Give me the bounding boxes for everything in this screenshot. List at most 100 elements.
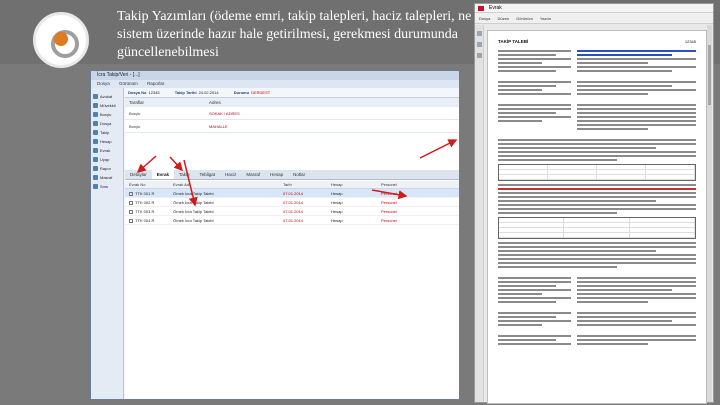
- doc-menu-view[interactable]: Görünüm: [516, 16, 533, 21]
- folder-icon: [93, 130, 98, 136]
- checkbox[interactable]: [129, 191, 133, 196]
- folder-icon: [93, 166, 98, 172]
- app-title: İcra Takip/Veri - [...]: [91, 71, 459, 80]
- sidebar-item-muvekkil[interactable]: Müvekkil: [91, 101, 123, 110]
- folder-icon: [93, 121, 98, 127]
- sidebar-item-masraf[interactable]: Masraf: [91, 173, 123, 182]
- cell-no: TTK 004 R: [135, 218, 155, 223]
- info-label: Dosya No: [128, 90, 147, 95]
- document-window: Evrak Dosya Düzen Görünüm Yazdır TAKİP T…: [474, 3, 714, 404]
- column-header[interactable]: Personel: [381, 181, 451, 188]
- menu-item-file[interactable]: Dosya: [97, 81, 110, 86]
- doc-block: [498, 48, 696, 74]
- sidebar-item-dosya[interactable]: Dosya: [91, 119, 123, 128]
- party-row[interactable]: Borçlu SOKAK / ADRES: [125, 107, 459, 120]
- sidebar-item-rapor[interactable]: Rapor: [91, 164, 123, 173]
- doc-menu-file[interactable]: Dosya: [479, 16, 490, 21]
- tab-evrak[interactable]: Evrak: [151, 170, 175, 179]
- checkbox[interactable]: [129, 200, 133, 205]
- doc-block: [498, 275, 696, 305]
- cell-personel: Personel: [381, 191, 397, 196]
- slide-title-line: Takip Yazımları (ödeme emri, takip talep…: [117, 9, 472, 24]
- menu-item-view[interactable]: Görünüm: [119, 81, 138, 86]
- folder-icon: [93, 184, 98, 190]
- column-header[interactable]: Evrak No: [125, 181, 173, 188]
- table-row[interactable]: TTK 004 R Örnek İcra Takip Talebi 07.01.…: [125, 216, 459, 225]
- cell-personel: Personel: [381, 209, 397, 214]
- folder-icon: [93, 94, 98, 100]
- tab-details[interactable]: Detaylar: [125, 170, 152, 179]
- slide-title: Takip Yazımları (ödeme emri, takip talep…: [117, 8, 472, 62]
- takip-tarihi: 24.02.2014: [198, 90, 219, 95]
- app-menu: Dosya Görünüm Raporlar: [91, 80, 459, 88]
- party-role: Borçlu: [129, 110, 141, 116]
- doc-title: Evrak: [475, 4, 713, 13]
- cell-no: TTK 001 R: [135, 191, 155, 196]
- doc-scrollbar[interactable]: [707, 25, 712, 402]
- doc-toolbar: Dosya Düzen Görünüm Yazdır: [475, 13, 713, 24]
- tab-notlar[interactable]: Notlar: [288, 170, 310, 179]
- sidebar-item-borclu[interactable]: Borçlu: [91, 110, 123, 119]
- cell-hesap: Hesap: [331, 209, 343, 214]
- status-badge: DERDEST: [251, 90, 271, 95]
- column-header[interactable]: Tarih: [283, 181, 331, 188]
- sidebar-item-uyap[interactable]: Uyap: [91, 155, 123, 164]
- header-address: Adres: [209, 100, 221, 105]
- table-row[interactable]: TTK 002 R Örnek İcra Takip Talebi 07.01.…: [125, 198, 459, 207]
- party-detail: SOKAK / ADRES: [209, 110, 240, 116]
- doc-sidebar: [475, 25, 484, 402]
- doc-menu-print[interactable]: Yazdır: [540, 16, 551, 21]
- slide-title-line: sistem üzerinde hazır hale getirilmesi, …: [117, 27, 458, 42]
- cell-date: 07.01.2014: [283, 200, 304, 205]
- slide-title-line: güncellenebilmesi: [117, 45, 219, 60]
- column-header[interactable]: Hesap: [331, 181, 381, 188]
- page-title: TAKİP TALEBİ: [498, 39, 529, 44]
- menu-item-reports[interactable]: Raporlar: [147, 81, 164, 86]
- info-label: Takip Tarihi: [174, 90, 197, 95]
- doc-table: [498, 164, 696, 181]
- sidebar-item-takip[interactable]: Takip: [91, 128, 123, 137]
- header-parties: Taraflar: [129, 100, 145, 105]
- parties-header: Taraflar Adres: [125, 98, 459, 107]
- grid-header: Evrak No Evrak Adı Tarih Hesap Personel: [125, 181, 459, 189]
- sidebar-item-hesap[interactable]: Hesap: [91, 137, 123, 146]
- cell-name: Örnek İcra Takip Talebi: [173, 209, 214, 214]
- main-panel: Dosya No 12345 Takip Tarihi 24.02.2014 Dur…: [125, 88, 459, 399]
- sidebar-item-evrak[interactable]: Evrak: [91, 146, 123, 155]
- sidebar-item-sms[interactable]: Sms: [91, 182, 123, 191]
- folder-icon: [93, 175, 98, 181]
- cell-no: TTK 003 R: [135, 209, 155, 214]
- page-icon[interactable]: [477, 31, 482, 36]
- info-label: Durumu: [233, 90, 250, 95]
- tab-bar: Detaylar Evrak Takip Tebligat Haciz Masr…: [125, 170, 459, 180]
- document-page: TAKİP TALEBİ 12345: [487, 30, 707, 404]
- folder-icon: [93, 139, 98, 145]
- checkbox[interactable]: [129, 209, 133, 214]
- party-detail: MAHALLE: [209, 123, 228, 129]
- doc-menu-edit[interactable]: Düzen: [497, 16, 509, 21]
- cell-hesap: Hesap: [331, 191, 343, 196]
- table-row[interactable]: TTK 001 R Örnek İcra Takip Talebi 07.01.…: [125, 189, 459, 198]
- cell-hesap: Hesap: [331, 218, 343, 223]
- attachment-icon[interactable]: [477, 53, 482, 58]
- cell-personel: Personel: [381, 200, 397, 205]
- tab-tebligat[interactable]: Tebligat: [195, 170, 221, 179]
- tab-masraf[interactable]: Masraf: [241, 170, 265, 179]
- dosya-no: 12345: [148, 90, 160, 95]
- tab-takip[interactable]: Takip: [174, 170, 195, 179]
- tab-hesap[interactable]: Hesap: [265, 170, 288, 179]
- cell-date: 07.01.2014: [283, 191, 304, 196]
- checkbox[interactable]: [129, 218, 133, 223]
- column-header[interactable]: Evrak Adı: [173, 181, 283, 188]
- tab-haciz[interactable]: Haciz: [220, 170, 241, 179]
- sidebar-item-avukat[interactable]: Avukat: [91, 92, 123, 101]
- cell-name: Örnek İcra Takip Talebi: [173, 191, 214, 196]
- cell-hesap: Hesap: [331, 200, 343, 205]
- app-window: İcra Takip/Veri - [...] Dosya Görünüm Ra…: [90, 70, 460, 400]
- doc-block: [498, 79, 696, 97]
- table-row[interactable]: TTK 003 R Örnek İcra Takip Talebi 07.01.…: [125, 207, 459, 216]
- sidebar: Avukat Müvekkil Borçlu Dosya Takip Hesap…: [91, 88, 124, 399]
- bookmark-icon[interactable]: [477, 42, 482, 47]
- party-row[interactable]: Borçlu MAHALLE: [125, 120, 459, 133]
- folder-icon: [93, 103, 98, 109]
